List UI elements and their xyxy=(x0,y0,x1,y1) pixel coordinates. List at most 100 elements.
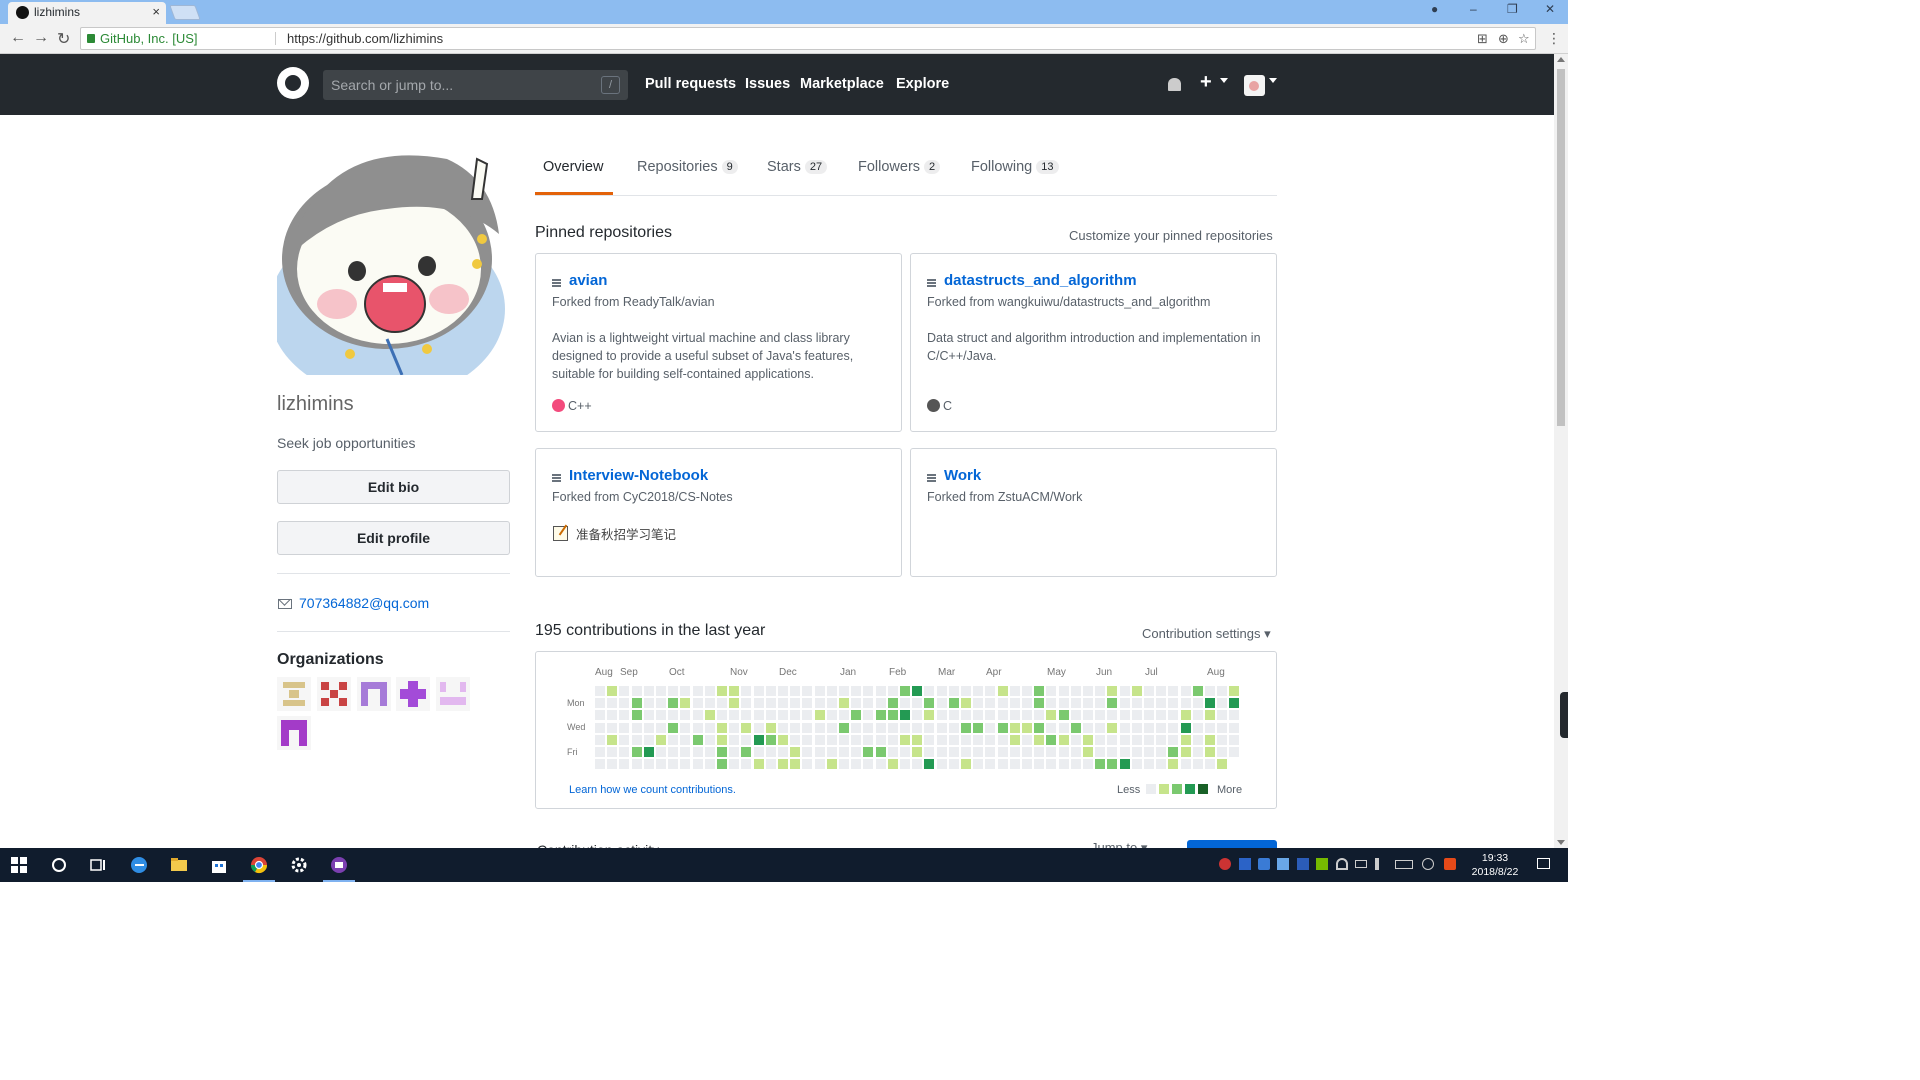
contribution-day-cell[interactable] xyxy=(863,722,874,733)
contribution-day-cell[interactable] xyxy=(1034,710,1045,721)
contribution-day-cell[interactable] xyxy=(1034,698,1045,709)
profile-icon[interactable]: ● xyxy=(1431,2,1438,16)
contribution-day-cell[interactable] xyxy=(729,747,740,757)
close-tray-icon[interactable] xyxy=(1422,858,1434,870)
contribution-day-cell[interactable] xyxy=(765,710,776,721)
contribution-day-cell[interactable] xyxy=(595,759,605,770)
contribution-day-cell[interactable] xyxy=(607,686,618,696)
github-logo-icon[interactable] xyxy=(277,67,309,99)
contribution-day-cell[interactable] xyxy=(607,747,618,757)
contribution-day-cell[interactable] xyxy=(1192,734,1203,745)
contribution-day-cell[interactable] xyxy=(839,722,849,733)
contribution-day-cell[interactable] xyxy=(973,722,984,733)
contribution-day-cell[interactable] xyxy=(1180,747,1191,757)
contribution-day-cell[interactable] xyxy=(924,759,935,770)
contribution-day-cell[interactable] xyxy=(1070,698,1081,709)
contribution-day-cell[interactable] xyxy=(1095,747,1106,757)
contribution-day-cell[interactable] xyxy=(997,686,1008,696)
keyboard-tray-icon[interactable] xyxy=(1395,860,1413,869)
contribution-day-cell[interactable] xyxy=(1192,710,1203,721)
contribution-day-cell[interactable] xyxy=(936,698,947,709)
contribution-day-cell[interactable] xyxy=(778,686,788,696)
contribution-day-cell[interactable] xyxy=(900,710,910,721)
contribution-day-cell[interactable] xyxy=(802,747,813,757)
contribution-day-cell[interactable] xyxy=(997,747,1008,757)
contribution-day-cell[interactable] xyxy=(814,759,825,770)
contribution-day-cell[interactable] xyxy=(1022,722,1032,733)
contribution-day-cell[interactable] xyxy=(1168,734,1179,745)
contribution-day-cell[interactable] xyxy=(1083,759,1093,770)
contribution-day-cell[interactable] xyxy=(985,710,996,721)
contribution-day-cell[interactable] xyxy=(607,734,618,745)
cloud-tray-icon[interactable] xyxy=(1277,858,1289,870)
tab-overview[interactable]: Overview xyxy=(543,159,603,175)
contribution-day-cell[interactable] xyxy=(790,686,801,696)
contribution-day-cell[interactable] xyxy=(619,722,630,733)
contribution-day-cell[interactable] xyxy=(680,734,691,745)
contribution-day-cell[interactable] xyxy=(985,698,996,709)
contribution-day-cell[interactable] xyxy=(607,710,618,721)
contribution-day-cell[interactable] xyxy=(985,759,996,770)
contribution-day-cell[interactable] xyxy=(1034,747,1045,757)
contribution-day-cell[interactable] xyxy=(924,734,935,745)
contribution-day-cell[interactable] xyxy=(1156,722,1167,733)
contribution-day-cell[interactable] xyxy=(1168,686,1179,696)
contribution-day-cell[interactable] xyxy=(961,734,971,745)
contribution-day-cell[interactable] xyxy=(924,722,935,733)
contribution-day-cell[interactable] xyxy=(668,722,679,733)
contribution-day-cell[interactable] xyxy=(1046,734,1057,745)
edit-profile-button[interactable]: Edit profile xyxy=(277,521,510,555)
profile-avatar[interactable] xyxy=(277,139,510,375)
contribution-day-cell[interactable] xyxy=(912,759,923,770)
contribution-day-cell[interactable] xyxy=(948,747,959,757)
contribution-day-cell[interactable] xyxy=(704,734,715,745)
contribution-day-cell[interactable] xyxy=(1144,686,1154,696)
contribution-day-cell[interactable] xyxy=(851,686,862,696)
contribution-day-cell[interactable] xyxy=(656,759,666,770)
contribution-day-cell[interactable] xyxy=(1083,722,1093,733)
contribution-day-cell[interactable] xyxy=(1058,734,1069,745)
contribution-day-cell[interactable] xyxy=(924,710,935,721)
contribution-day-cell[interactable] xyxy=(887,698,898,709)
contribution-day-cell[interactable] xyxy=(1058,747,1069,757)
contribution-day-cell[interactable] xyxy=(839,686,849,696)
shield-tray-icon[interactable] xyxy=(1258,858,1270,870)
contribution-day-cell[interactable] xyxy=(1083,710,1093,721)
notifications-bell-icon[interactable] xyxy=(1168,78,1181,91)
contribution-day-cell[interactable] xyxy=(753,759,764,770)
contribution-day-cell[interactable] xyxy=(1205,686,1215,696)
contribution-day-cell[interactable] xyxy=(717,734,727,745)
contribution-day-cell[interactable] xyxy=(1119,710,1130,721)
battery-tray-icon[interactable] xyxy=(1355,860,1367,868)
contribution-day-cell[interactable] xyxy=(595,734,605,745)
contribution-day-cell[interactable] xyxy=(961,686,971,696)
contribution-day-cell[interactable] xyxy=(826,747,837,757)
contribution-day-cell[interactable] xyxy=(1070,710,1081,721)
contribution-day-cell[interactable] xyxy=(1131,734,1142,745)
contribution-day-cell[interactable] xyxy=(1107,710,1118,721)
minimize-button[interactable]: – xyxy=(1470,2,1477,16)
contribution-day-cell[interactable] xyxy=(1217,759,1228,770)
tab-followers[interactable]: Followers 2 xyxy=(858,159,941,175)
contribution-day-cell[interactable] xyxy=(643,722,654,733)
contribution-day-cell[interactable] xyxy=(1131,686,1142,696)
contribution-day-cell[interactable] xyxy=(692,747,703,757)
contribution-day-cell[interactable] xyxy=(765,734,776,745)
scroll-down-arrow-icon[interactable] xyxy=(1557,840,1565,845)
repo-name-link[interactable]: avian xyxy=(569,272,607,289)
customize-pinned-link[interactable]: Customize your pinned repositories xyxy=(1069,228,1273,243)
contribution-day-cell[interactable] xyxy=(936,722,947,733)
contribution-day-cell[interactable] xyxy=(790,722,801,733)
contribution-day-cell[interactable] xyxy=(680,722,691,733)
contribution-day-cell[interactable] xyxy=(1180,698,1191,709)
contribution-day-cell[interactable] xyxy=(1009,710,1020,721)
cortana-search-icon[interactable] xyxy=(50,856,68,874)
contribution-day-cell[interactable] xyxy=(1083,698,1093,709)
contribution-day-cell[interactable] xyxy=(741,759,752,770)
contribution-day-cell[interactable] xyxy=(1058,698,1069,709)
contribution-day-cell[interactable] xyxy=(875,722,886,733)
contribution-day-cell[interactable] xyxy=(680,698,691,709)
contribution-day-cell[interactable] xyxy=(668,698,679,709)
contribution-day-cell[interactable] xyxy=(619,710,630,721)
security-tray-icon[interactable] xyxy=(1239,858,1251,870)
